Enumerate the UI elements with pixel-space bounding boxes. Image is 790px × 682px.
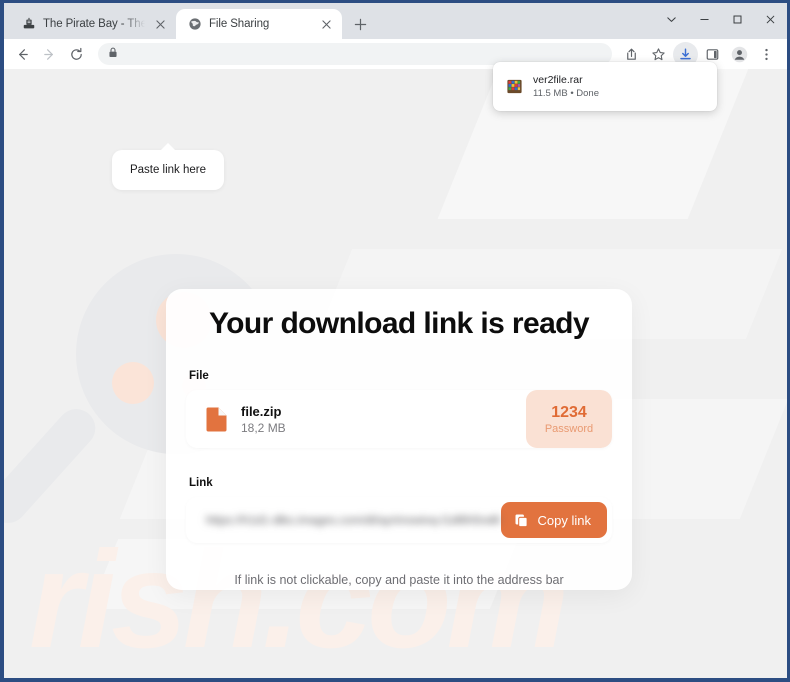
download-card: Your download link is ready File file.zi… <box>166 289 632 590</box>
file-info: file.zip 18,2 MB <box>241 404 286 435</box>
file-main: file.zip 18,2 MB <box>186 390 526 448</box>
file-size: 18,2 MB <box>241 420 286 435</box>
paste-link-tooltip: Paste link here <box>112 143 224 190</box>
copy-icon <box>514 513 529 528</box>
page-title: Your download link is ready <box>209 307 590 340</box>
close-icon[interactable] <box>754 3 787 35</box>
password-box: 1234 Password <box>526 390 612 448</box>
browser-window: The Pirate Bay - The galaxy's mo File Sh… <box>0 0 790 682</box>
close-icon[interactable] <box>152 16 168 32</box>
reload-icon[interactable] <box>64 42 89 67</box>
download-info: ver2file.rar 11.5 MB • Done <box>533 74 599 99</box>
link-section-label: Link <box>189 477 213 489</box>
file-section-label: File <box>189 370 209 382</box>
download-status: 11.5 MB • Done <box>533 88 599 99</box>
back-arrow-icon[interactable] <box>10 42 35 67</box>
chrome-frame: The Pirate Bay - The galaxy's mo File Sh… <box>4 3 787 678</box>
file-name: file.zip <box>241 403 282 419</box>
tab-file-sharing[interactable]: File Sharing <box>176 9 342 39</box>
tooltip-label: Paste link here <box>129 164 207 176</box>
three-dot-menu-icon[interactable] <box>754 42 779 67</box>
maximize-icon[interactable] <box>721 3 754 35</box>
zip-file-icon <box>206 407 227 432</box>
link-value[interactable]: https://h1d1-dlks.images.com/dl/ayrimxwi… <box>206 513 501 527</box>
download-bubble[interactable]: ver2file.rar 11.5 MB • Done <box>493 62 717 111</box>
copy-link-label: Copy link <box>537 512 591 528</box>
profile-avatar-icon[interactable] <box>727 42 752 67</box>
pirate-ship-icon <box>21 17 36 32</box>
forward-arrow-icon[interactable] <box>37 42 62 67</box>
tab-pirate-bay[interactable]: The Pirate Bay - The galaxy's mo <box>10 9 176 39</box>
footer-note: If link is not clickable, copy and paste… <box>234 573 564 587</box>
file-row: file.zip 18,2 MB 1234 Password <box>186 390 612 448</box>
close-icon[interactable] <box>318 16 334 32</box>
tab-title: File Sharing <box>209 18 270 30</box>
password-label: Password <box>544 422 594 435</box>
window-controls <box>655 3 787 35</box>
chevron-down-icon[interactable] <box>655 3 688 35</box>
rar-archive-icon <box>506 78 523 95</box>
tab-title: The Pirate Bay - The galaxy's mo <box>43 18 145 30</box>
link-row: https://h1d1-dlks.images.com/dl/ayrimxwi… <box>186 497 612 543</box>
minimize-icon[interactable] <box>688 3 721 35</box>
lock-icon <box>108 47 118 61</box>
tab-strip: The Pirate Bay - The galaxy's mo File Sh… <box>4 3 787 39</box>
new-tab-button[interactable] <box>346 10 374 38</box>
password-value: 1234 <box>551 403 587 421</box>
download-filename: ver2file.rar <box>533 74 583 86</box>
page-viewport: rish.com Paste link here Your download l… <box>4 69 787 678</box>
globe-icon <box>187 17 202 32</box>
copy-link-button[interactable]: Copy link <box>500 502 607 538</box>
